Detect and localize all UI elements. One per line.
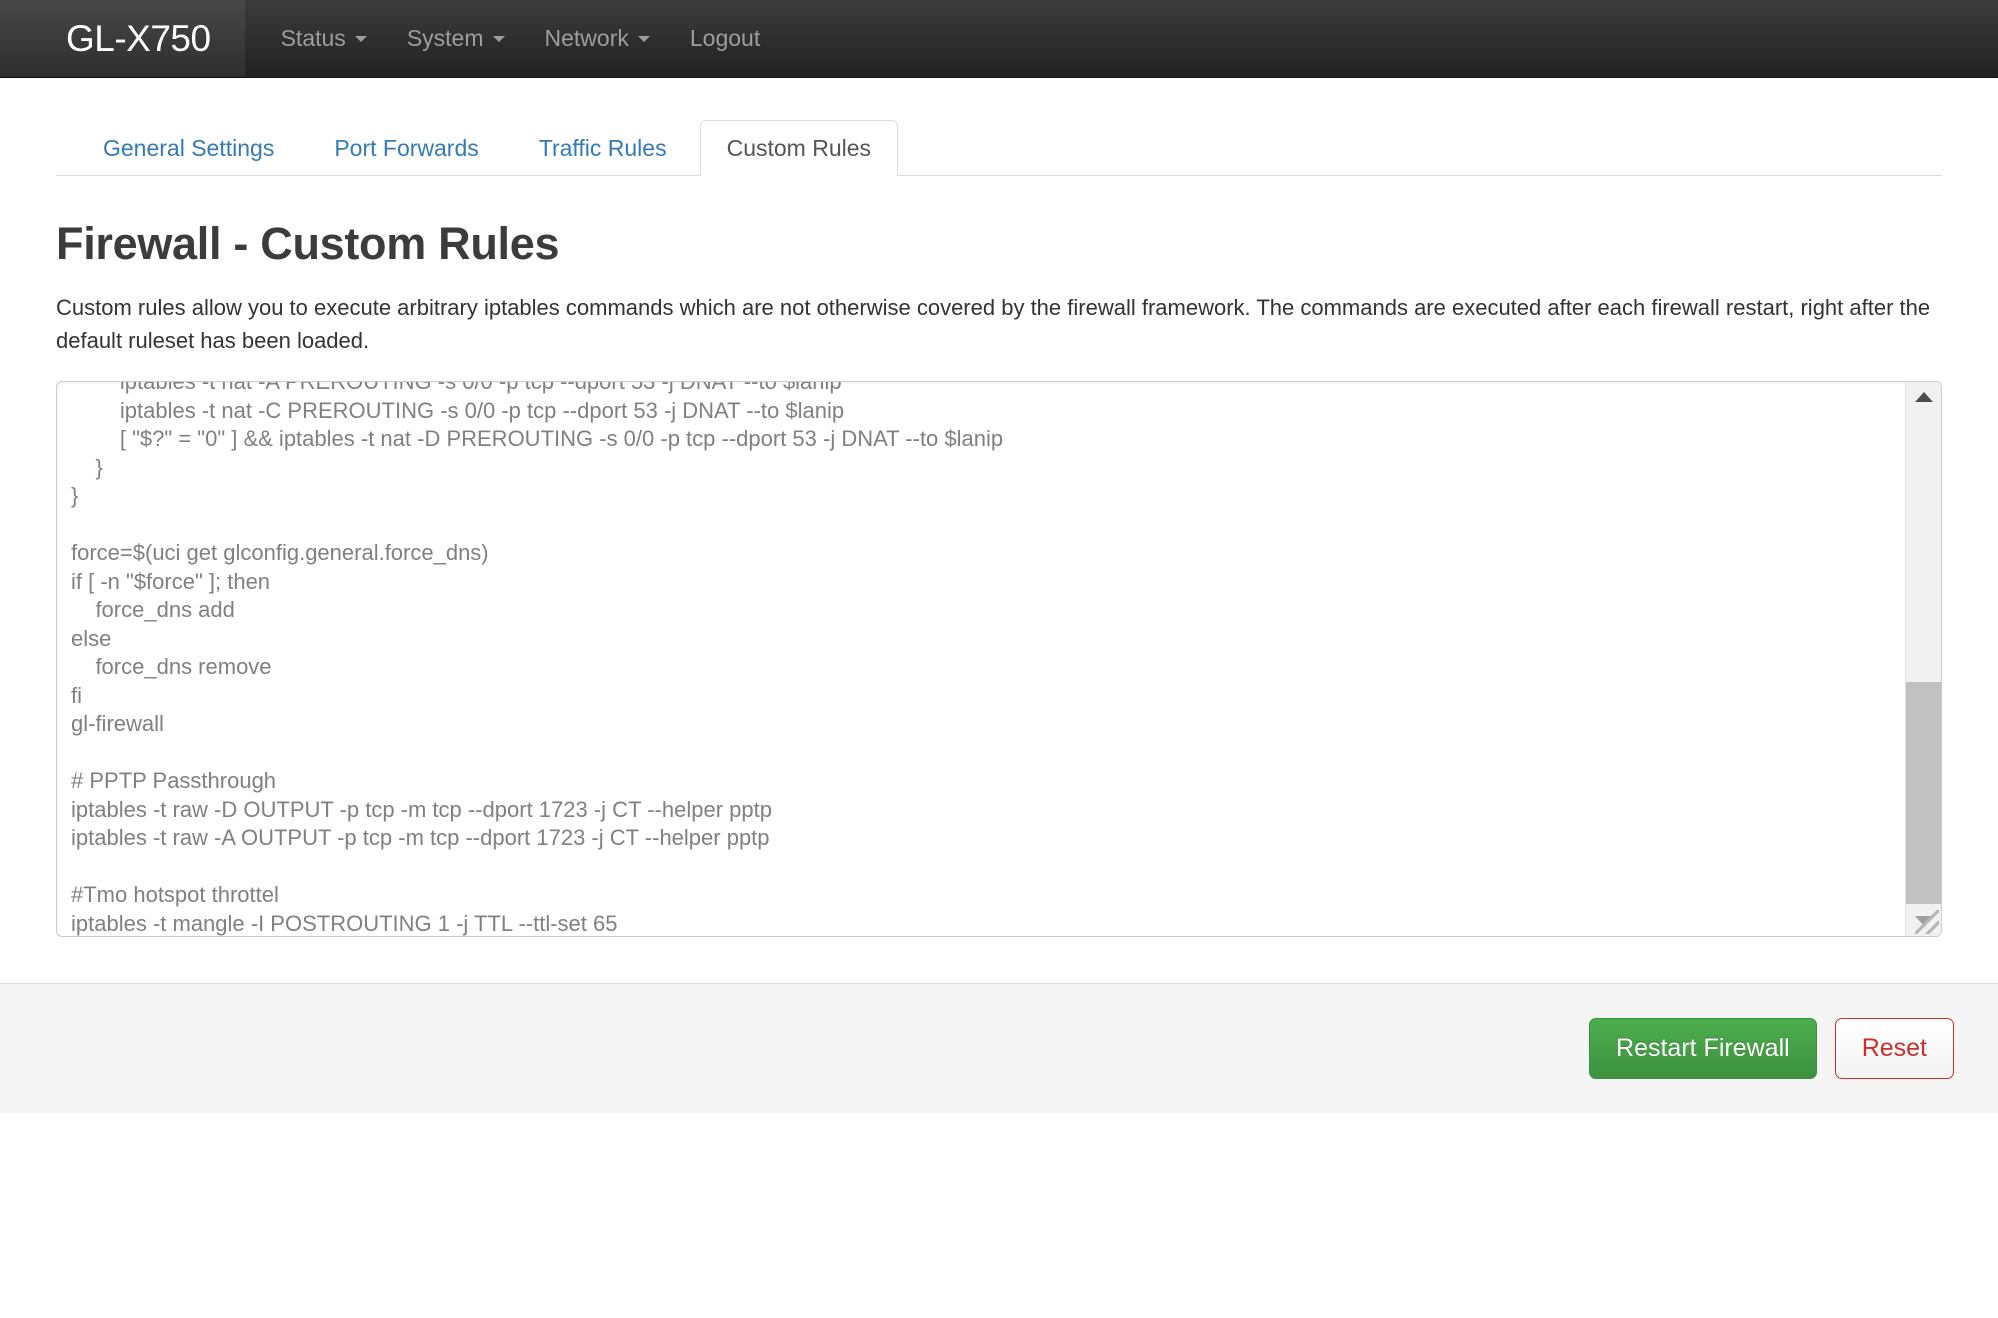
tab-general-settings[interactable]: General Settings	[76, 120, 301, 176]
page-container: General Settings Port Forwards Traffic R…	[0, 114, 1998, 937]
custom-rules-editor[interactable]: iptables -t nat -A PREROUTING -s 0/0 -p …	[56, 381, 1942, 937]
scroll-up-button[interactable]	[1906, 382, 1942, 412]
custom-rules-text: iptables -t nat -A PREROUTING -s 0/0 -p …	[71, 382, 1889, 936]
chevron-down-icon	[355, 36, 367, 42]
tab-traffic-rules[interactable]: Traffic Rules	[512, 120, 694, 176]
page-title: Firewall - Custom Rules	[56, 218, 1942, 270]
page-description: Custom rules allow you to execute arbitr…	[56, 292, 1942, 357]
reset-button[interactable]: Reset	[1835, 1018, 1954, 1079]
form-action-bar: Restart Firewall Reset	[0, 983, 1998, 1113]
custom-rules-textarea[interactable]: iptables -t nat -A PREROUTING -s 0/0 -p …	[57, 382, 1903, 936]
nav-item-logout-label: Logout	[690, 25, 760, 52]
nav-item-network-label: Network	[545, 25, 629, 52]
triangle-up-icon	[1915, 392, 1933, 402]
nav-item-system[interactable]: System	[387, 0, 525, 77]
tab-port-forwards[interactable]: Port Forwards	[307, 120, 505, 176]
nav-menu: Status System Network Logout	[245, 0, 781, 77]
nav-item-system-label: System	[407, 25, 484, 52]
top-navbar: GL-X750 Status System Network Logout	[0, 0, 1998, 78]
scroll-down-button[interactable]	[1906, 906, 1942, 936]
nav-item-status[interactable]: Status	[261, 0, 387, 77]
tab-custom-rules[interactable]: Custom Rules	[700, 120, 898, 176]
chevron-down-icon	[493, 36, 505, 42]
nav-item-status-label: Status	[281, 25, 346, 52]
nav-item-network[interactable]: Network	[525, 0, 670, 77]
restart-firewall-button[interactable]: Restart Firewall	[1589, 1018, 1817, 1079]
page-content: Firewall - Custom Rules Custom rules all…	[56, 176, 1942, 937]
triangle-down-icon	[1915, 916, 1933, 926]
nav-item-logout[interactable]: Logout	[670, 0, 780, 77]
firewall-tab-bar: General Settings Port Forwards Traffic R…	[56, 114, 1942, 176]
chevron-down-icon	[638, 36, 650, 42]
editor-scrollbar[interactable]	[1905, 382, 1941, 936]
brand-logo[interactable]: GL-X750	[0, 0, 245, 77]
scrollbar-thumb[interactable]	[1906, 682, 1942, 904]
